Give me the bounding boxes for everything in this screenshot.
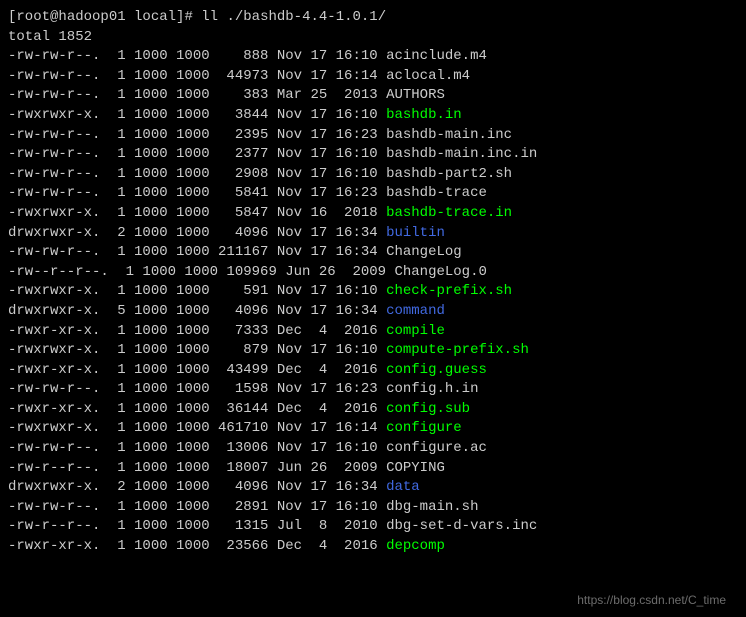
file-name: bashdb-main.inc.in [386, 146, 537, 162]
file-name: compute-prefix.sh [386, 342, 529, 358]
file-name: config.sub [386, 401, 470, 417]
list-item: -rw-rw-r--. 1 1000 1000 2377 Nov 17 16:1… [8, 145, 738, 165]
list-item: -rw--r--r--. 1 1000 1000 109969 Jun 26 2… [8, 263, 738, 283]
list-item: -rwxrwxr-x. 1 1000 1000 5847 Nov 16 2018… [8, 204, 738, 224]
file-name: configure.ac [386, 440, 487, 456]
list-item: -rw-rw-r--. 1 1000 1000 211167 Nov 17 16… [8, 243, 738, 263]
file-name: builtin [386, 225, 445, 241]
list-item: -rw-rw-r--. 1 1000 1000 5841 Nov 17 16:2… [8, 184, 738, 204]
list-item: drwxrwxr-x. 2 1000 1000 4096 Nov 17 16:3… [8, 224, 738, 244]
list-item: -rw-r--r--. 1 1000 1000 18007 Jun 26 200… [8, 459, 738, 479]
watermark: https://blog.csdn.net/C_time [577, 592, 726, 609]
file-name: acinclude.m4 [386, 48, 487, 64]
file-name: aclocal.m4 [386, 68, 470, 84]
list-item: -rwxrwxr-x. 1 1000 1000 591 Nov 17 16:10… [8, 282, 738, 302]
file-name: bashdb-part2.sh [386, 166, 512, 182]
file-name: dbg-main.sh [386, 499, 478, 515]
file-name: command [386, 303, 445, 319]
list-item: -rwxr-xr-x. 1 1000 1000 36144 Dec 4 2016… [8, 400, 738, 420]
cwd: local [134, 9, 176, 25]
file-name: config.h.in [386, 381, 478, 397]
list-item: -rw-rw-r--. 1 1000 1000 44973 Nov 17 16:… [8, 67, 738, 87]
list-item: -rw-rw-r--. 1 1000 1000 2891 Nov 17 16:1… [8, 498, 738, 518]
list-item: -rw-rw-r--. 1 1000 1000 1598 Nov 17 16:2… [8, 380, 738, 400]
list-item: drwxrwxr-x. 2 1000 1000 4096 Nov 17 16:3… [8, 478, 738, 498]
userhost: root@hadoop01 [16, 9, 125, 25]
file-name: dbg-set-d-vars.inc [386, 518, 537, 534]
file-name: data [386, 479, 420, 495]
list-item: -rw-rw-r--. 1 1000 1000 2395 Nov 17 16:2… [8, 126, 738, 146]
list-item: -rwxrwxr-x. 1 1000 1000 461710 Nov 17 16… [8, 419, 738, 439]
list-item: -rw-rw-r--. 1 1000 1000 888 Nov 17 16:10… [8, 47, 738, 67]
prompt-line[interactable]: [root@hadoop01 local]# ll ./bashdb-4.4-1… [8, 8, 738, 28]
file-name: config.guess [386, 362, 487, 378]
total-line: total 1852 [8, 28, 738, 48]
file-name: bashdb-main.inc [386, 127, 512, 143]
file-name: bashdb-trace.in [386, 205, 512, 221]
file-name: COPYING [386, 460, 445, 476]
file-name: depcomp [386, 538, 445, 554]
list-item: -rwxr-xr-x. 1 1000 1000 7333 Dec 4 2016 … [8, 322, 738, 342]
file-name: configure [386, 420, 462, 436]
list-item: -rw-r--r--. 1 1000 1000 1315 Jul 8 2010 … [8, 517, 738, 537]
command: ll ./bashdb-4.4-1.0.1/ [201, 9, 386, 25]
list-item: -rw-rw-r--. 1 1000 1000 383 Mar 25 2013 … [8, 86, 738, 106]
list-item: drwxrwxr-x. 5 1000 1000 4096 Nov 17 16:3… [8, 302, 738, 322]
list-item: -rwxrwxr-x. 1 1000 1000 3844 Nov 17 16:1… [8, 106, 738, 126]
file-name: compile [386, 323, 445, 339]
list-item: -rwxrwxr-x. 1 1000 1000 879 Nov 17 16:10… [8, 341, 738, 361]
file-name: ChangeLog.0 [394, 264, 486, 280]
list-item: -rwxr-xr-x. 1 1000 1000 43499 Dec 4 2016… [8, 361, 738, 381]
file-name: bashdb-trace [386, 185, 487, 201]
file-listing: -rw-rw-r--. 1 1000 1000 888 Nov 17 16:10… [8, 47, 738, 556]
file-name: AUTHORS [386, 87, 445, 103]
list-item: -rw-rw-r--. 1 1000 1000 13006 Nov 17 16:… [8, 439, 738, 459]
file-name: bashdb.in [386, 107, 462, 123]
file-name: ChangeLog [386, 244, 462, 260]
list-item: -rwxr-xr-x. 1 1000 1000 23566 Dec 4 2016… [8, 537, 738, 557]
list-item: -rw-rw-r--. 1 1000 1000 2908 Nov 17 16:1… [8, 165, 738, 185]
file-name: check-prefix.sh [386, 283, 512, 299]
